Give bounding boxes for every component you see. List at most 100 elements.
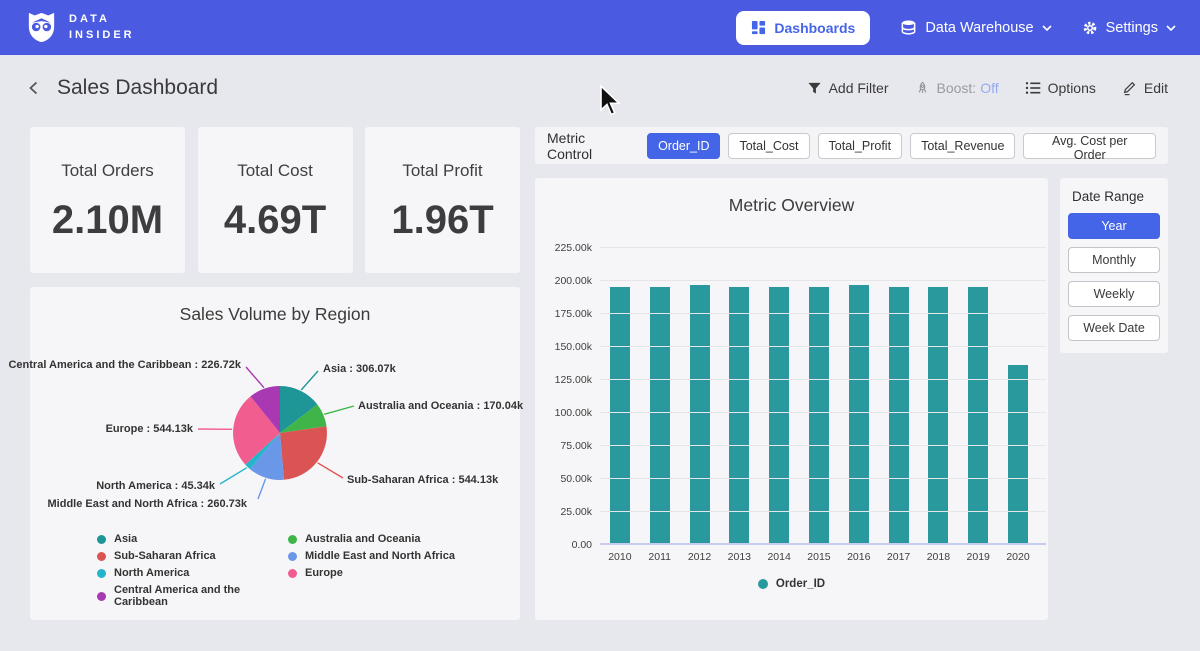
dashboards-button[interactable]: Dashboards	[736, 11, 870, 45]
database-icon	[900, 19, 917, 36]
edit-button[interactable]: Edit	[1122, 80, 1168, 96]
bar-slot	[919, 248, 959, 543]
date-range-options: Year Monthly Weekly Week Date	[1068, 213, 1160, 341]
legend-label: Central America and the Caribbean	[114, 584, 288, 608]
legend-dot	[97, 552, 106, 561]
y-axis-tick: 75.00k	[560, 440, 592, 452]
back-button[interactable]	[26, 80, 42, 96]
date-range-weekly[interactable]: Weekly	[1068, 281, 1160, 307]
gridline	[600, 412, 1046, 413]
bar-slot	[759, 248, 799, 543]
legend-label: Order_ID	[776, 578, 825, 590]
add-filter-label: Add Filter	[829, 80, 889, 96]
boost-value: Off	[980, 80, 998, 96]
y-axis-tick: 200.00k	[555, 275, 592, 287]
bar-2010[interactable]	[610, 287, 630, 543]
y-axis-tick: 175.00k	[555, 308, 592, 320]
x-axis-tick: 2018	[919, 551, 959, 563]
bar-2016[interactable]	[849, 285, 869, 543]
pie-legend-item-australia-and-oceania[interactable]: Australia and Oceania	[288, 533, 455, 545]
data-warehouse-menu[interactable]: Data Warehouse	[900, 19, 1051, 36]
pie-slice-sub-saharan-africa[interactable]	[280, 426, 327, 480]
bar-plot-area	[600, 248, 1038, 545]
bar-slot	[958, 248, 998, 543]
owl-logo-icon	[24, 10, 59, 45]
pie-leader-line	[324, 406, 354, 414]
bar-2019[interactable]	[968, 287, 988, 543]
metric-option-total-revenue[interactable]: Total_Revenue	[910, 133, 1015, 159]
pie-callout-australia-and-oceania: Australia and Oceania : 170.04k	[358, 400, 523, 412]
page-title: Sales Dashboard	[57, 76, 218, 100]
chevron-down-icon	[1042, 25, 1052, 31]
x-axis-tick: 2017	[879, 551, 919, 563]
pie-legend: Asia Australia and Oceania Sub-Saharan Afr…	[97, 533, 455, 608]
legend-dot	[288, 535, 297, 544]
pie-legend-item-asia[interactable]: Asia	[97, 533, 288, 545]
edit-label: Edit	[1144, 80, 1168, 96]
pie-legend-item-europe[interactable]: Europe	[288, 567, 455, 579]
bar-2014[interactable]	[769, 287, 789, 543]
pencil-icon	[1122, 81, 1137, 96]
bar-2012[interactable]	[690, 285, 710, 543]
metric-option-avg-cost-per-order[interactable]: Avg. Cost per Order	[1023, 133, 1156, 159]
gridline	[600, 313, 1046, 314]
kpi-card-total-cost: Total Cost 4.69T	[198, 127, 353, 273]
bar-2015[interactable]	[809, 287, 829, 543]
date-range-monthly[interactable]: Monthly	[1068, 247, 1160, 273]
pie-leader-line	[318, 463, 343, 478]
kpi-card-total-orders: Total Orders 2.10M	[30, 127, 185, 273]
x-axis: 2010201120122013201420152016201720182019…	[600, 551, 1038, 563]
metric-option-total-profit[interactable]: Total_Profit	[818, 133, 903, 159]
settings-menu[interactable]: Settings	[1082, 20, 1176, 36]
legend-dot	[288, 569, 297, 578]
bar-slot	[719, 248, 759, 543]
metric-control-bar: Metric Control Order_IDTotal_CostTotal_P…	[535, 127, 1168, 164]
date-range-year[interactable]: Year	[1068, 213, 1160, 239]
bar-chart-title: Metric Overview	[535, 178, 1048, 216]
chevron-left-icon	[26, 80, 42, 96]
pie-legend-item-middle-east-and-north-africa[interactable]: Middle East and North Africa	[288, 550, 455, 562]
legend-label: Middle East and North Africa	[305, 550, 455, 562]
pie-legend-item-central-america-and-the-caribbean[interactable]: Central America and the Caribbean	[97, 584, 288, 608]
data-warehouse-label: Data Warehouse	[925, 20, 1033, 36]
bar-2020[interactable]	[1008, 365, 1028, 543]
x-axis-line	[600, 543, 1046, 545]
pie-legend-item-sub-saharan-africa[interactable]: Sub-Saharan Africa	[97, 550, 288, 562]
bar-slot	[640, 248, 680, 543]
metric-option-order-id[interactable]: Order_ID	[647, 133, 720, 159]
bar-slot	[839, 248, 879, 543]
date-range-week-date[interactable]: Week Date	[1068, 315, 1160, 341]
metric-option-total-cost[interactable]: Total_Cost	[728, 133, 809, 159]
boost-toggle[interactable]: Boost: Off	[915, 80, 999, 96]
kpi-row: Total Orders 2.10M Total Cost 4.69T Tota…	[30, 127, 520, 273]
bar-2013[interactable]	[729, 287, 749, 543]
legend-label: Australia and Oceania	[305, 533, 421, 545]
settings-label: Settings	[1106, 20, 1158, 36]
list-icon	[1025, 80, 1041, 96]
dashboard-header: Sales Dashboard Add Filter Boost: Off	[0, 55, 1200, 121]
options-label: Options	[1048, 80, 1096, 96]
bar-2017[interactable]	[889, 287, 909, 543]
legend-dot	[758, 579, 768, 589]
x-axis-tick: 2020	[998, 551, 1038, 563]
y-axis-tick: 125.00k	[555, 374, 592, 386]
bar-slot	[998, 248, 1038, 543]
top-navbar: DATA INSIDER Dashboards Data Warehouse	[0, 0, 1200, 55]
kpi-value: 4.69T	[198, 198, 353, 243]
kpi-label: Total Orders	[30, 161, 185, 181]
x-axis-tick: 2011	[640, 551, 680, 563]
gridline	[600, 478, 1046, 479]
add-filter-button[interactable]: Add Filter	[807, 80, 889, 96]
bar-slot	[879, 248, 919, 543]
gridline	[600, 445, 1046, 446]
options-button[interactable]: Options	[1025, 80, 1096, 96]
bar-2018[interactable]	[928, 287, 948, 543]
kpi-value: 2.10M	[30, 198, 185, 243]
pie-leader-line	[220, 468, 247, 484]
brand-logo[interactable]: DATA INSIDER	[24, 10, 135, 45]
pie-legend-item-north-america[interactable]: North America	[97, 567, 288, 579]
x-axis-tick: 2010	[600, 551, 640, 563]
bar-legend[interactable]: Order_ID	[535, 578, 1048, 590]
bar-2011[interactable]	[650, 287, 670, 543]
gridline	[600, 379, 1046, 380]
